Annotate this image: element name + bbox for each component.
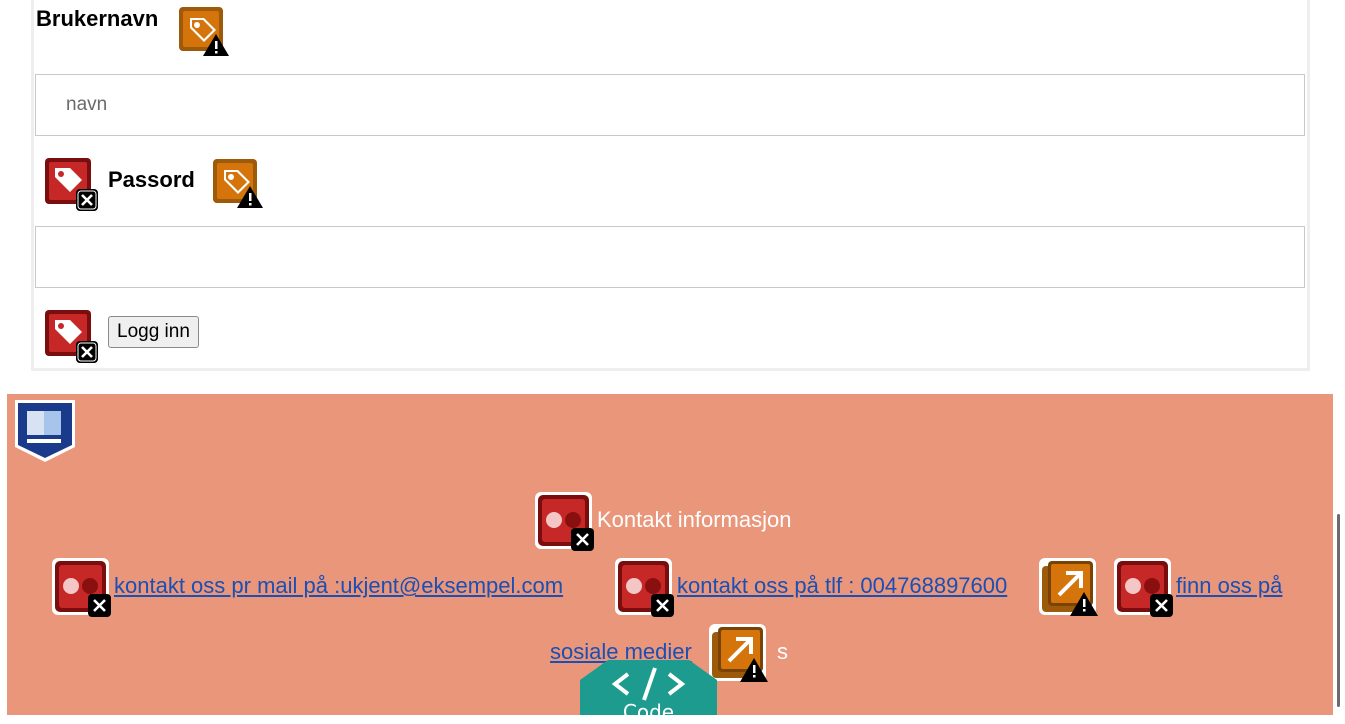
password-input[interactable] — [35, 226, 1305, 288]
code-tab-label: Code — [622, 700, 675, 724]
scrollbar-thumb[interactable] — [1337, 514, 1340, 707]
login-button[interactable]: Logg inn — [108, 316, 199, 348]
redundant-link-alert-icon[interactable] — [1039, 558, 1099, 618]
error-tag-icon[interactable] — [43, 308, 99, 364]
alert-tag-icon[interactable] — [176, 4, 230, 58]
username-input[interactable] — [35, 74, 1305, 136]
footer-region-icon[interactable] — [13, 399, 77, 463]
contrast-error-icon[interactable] — [52, 558, 112, 618]
password-label: Passord — [108, 167, 195, 192]
username-label-row: Brukernavn — [36, 6, 158, 32]
contrast-error-icon[interactable] — [535, 492, 595, 552]
alert-tag-icon[interactable] — [210, 156, 264, 210]
trailing-text: s — [777, 639, 788, 664]
email-link[interactable]: kontakt oss pr mail på :ukjent@eksempel.… — [114, 573, 563, 599]
username-label: Brukernavn — [36, 6, 159, 31]
redundant-link-alert-icon[interactable] — [709, 624, 769, 684]
footer-heading: Kontakt informasjon — [597, 507, 792, 532]
social-link-part1[interactable]: finn oss på — [1176, 573, 1282, 599]
contrast-error-icon[interactable] — [615, 558, 675, 618]
contrast-error-icon[interactable] — [1114, 558, 1174, 618]
password-label-row: Passord — [108, 167, 195, 193]
error-tag-icon[interactable] — [43, 156, 99, 212]
phone-link[interactable]: kontakt oss på tlf : 004768897600 — [677, 573, 1007, 599]
